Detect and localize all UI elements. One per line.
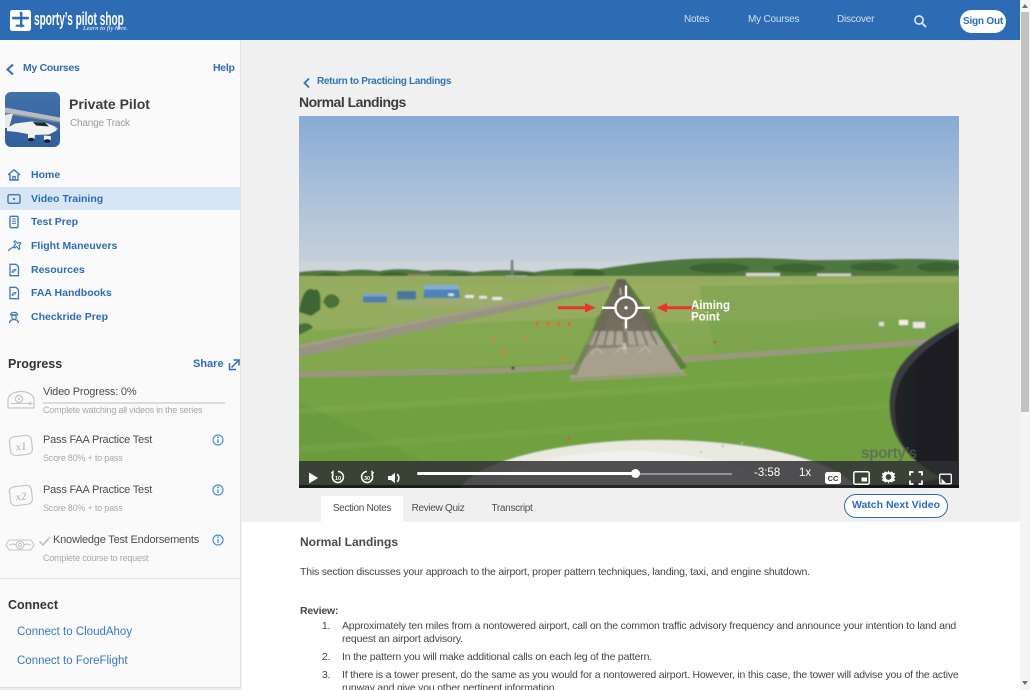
svg-text:Point: Point <box>691 312 720 324</box>
svg-text:x2: x2 <box>14 490 28 503</box>
svg-text:10: 10 <box>335 476 341 482</box>
svg-text:CC: CC <box>828 474 839 483</box>
svg-text:sporty’s: sporty’s <box>861 445 917 462</box>
svg-text:30: 30 <box>364 476 370 482</box>
svg-text:x1: x1 <box>14 440 27 453</box>
svg-text:Aiming: Aiming <box>691 300 730 312</box>
